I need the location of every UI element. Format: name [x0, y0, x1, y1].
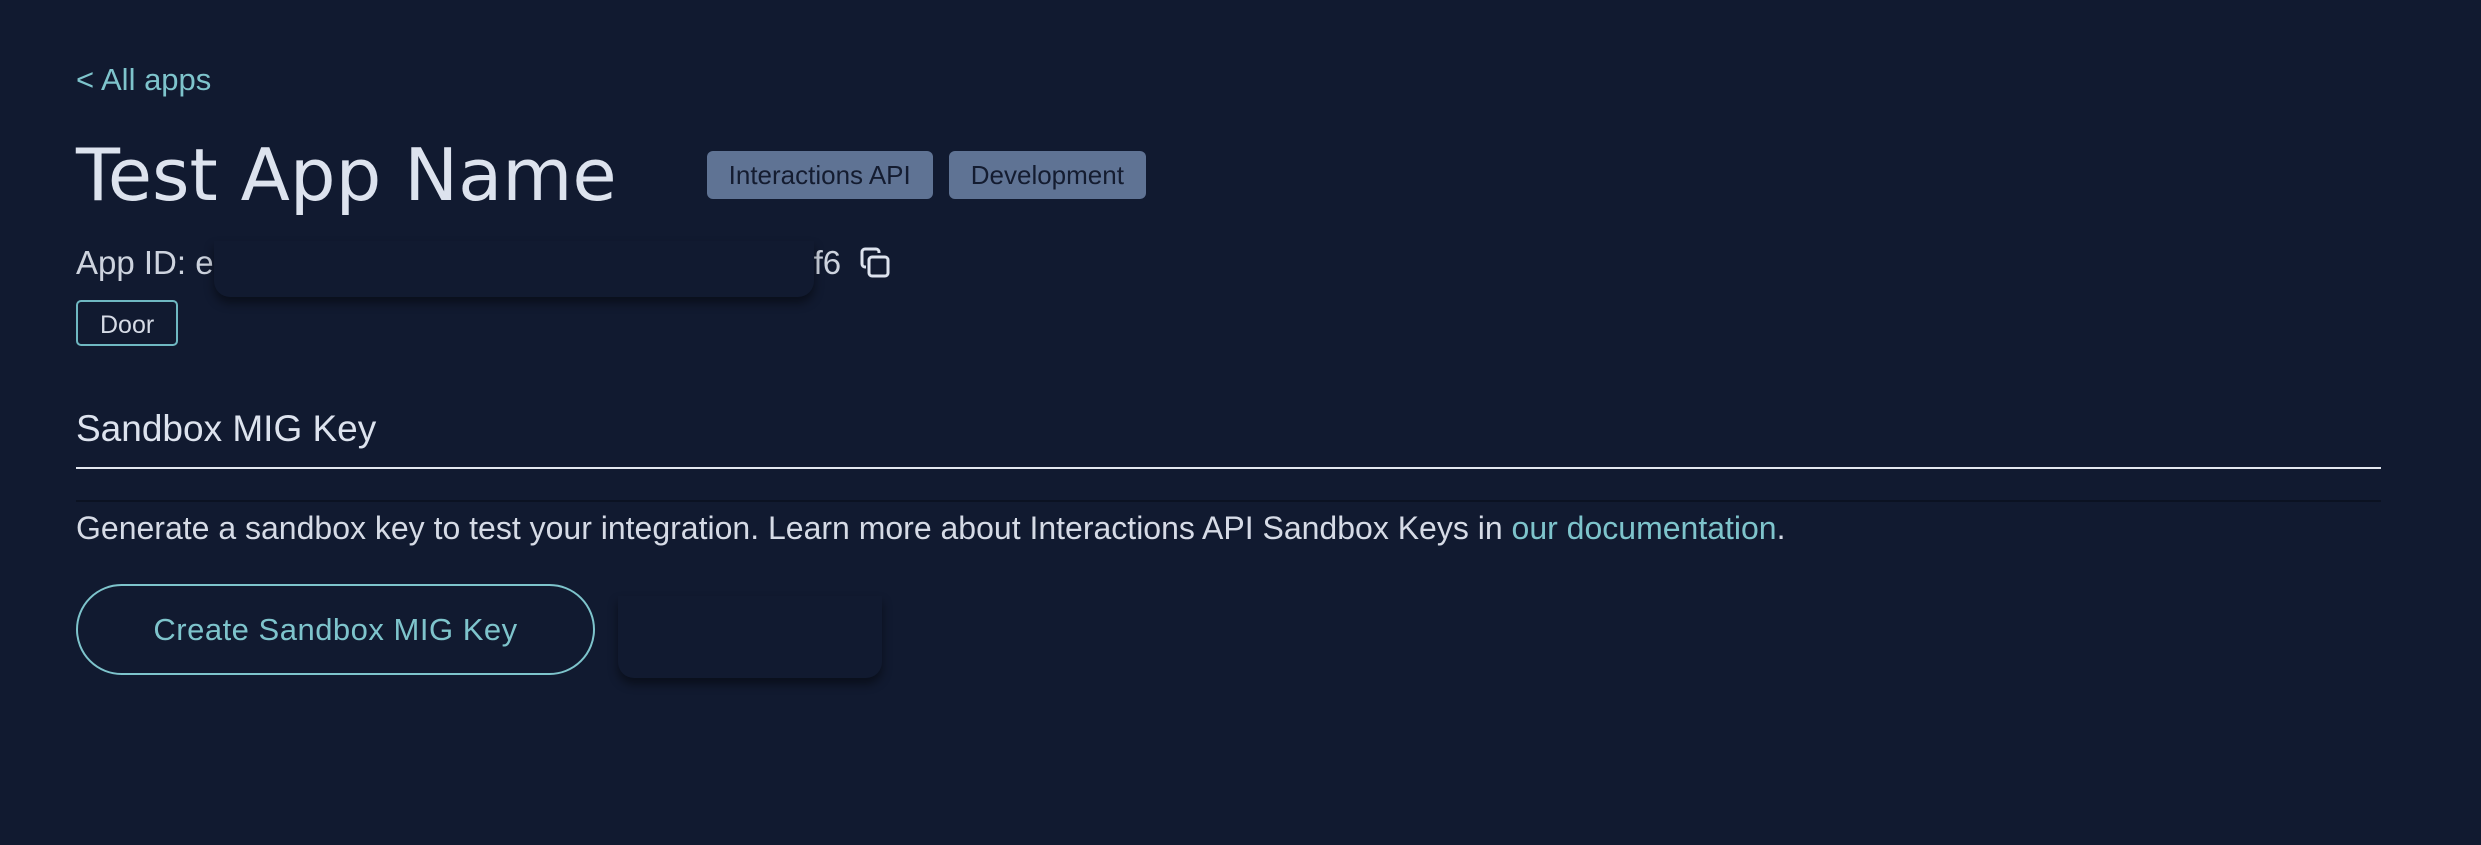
section-divider: [76, 467, 2381, 469]
create-sandbox-key-button[interactable]: Create Sandbox MIG Key: [76, 584, 595, 675]
tag-door: Door: [76, 300, 179, 346]
app-id-redacted-overlay: [213, 241, 814, 297]
sandbox-description: Generate a sandbox key to test your inte…: [76, 506, 1785, 550]
app-id-row: App ID: e f6: [76, 238, 893, 297]
badge-interactions-api: Interactions API: [706, 151, 933, 199]
title-row: Test App Name Interactions API Developme…: [76, 130, 1146, 220]
copy-icon[interactable]: [857, 245, 893, 281]
section-title-sandbox-key: Sandbox MIG Key: [76, 408, 377, 449]
app-id-tail: f6: [813, 244, 842, 281]
app-id-label: App ID: e: [76, 244, 214, 281]
app-title: Test App Name: [76, 133, 617, 217]
section-divider-shadow: [76, 500, 2381, 502]
description-text: Generate a sandbox key to test your inte…: [76, 510, 1512, 546]
redacted-overlay-panel: [618, 596, 882, 678]
description-period: .: [1776, 510, 1786, 546]
badge-development: Development: [948, 151, 1146, 199]
app-detail-page: < All apps Test App Name Interactions AP…: [76, 0, 2381, 845]
all-apps-link[interactable]: < All apps: [76, 58, 211, 102]
documentation-link[interactable]: our documentation: [1512, 510, 1777, 546]
